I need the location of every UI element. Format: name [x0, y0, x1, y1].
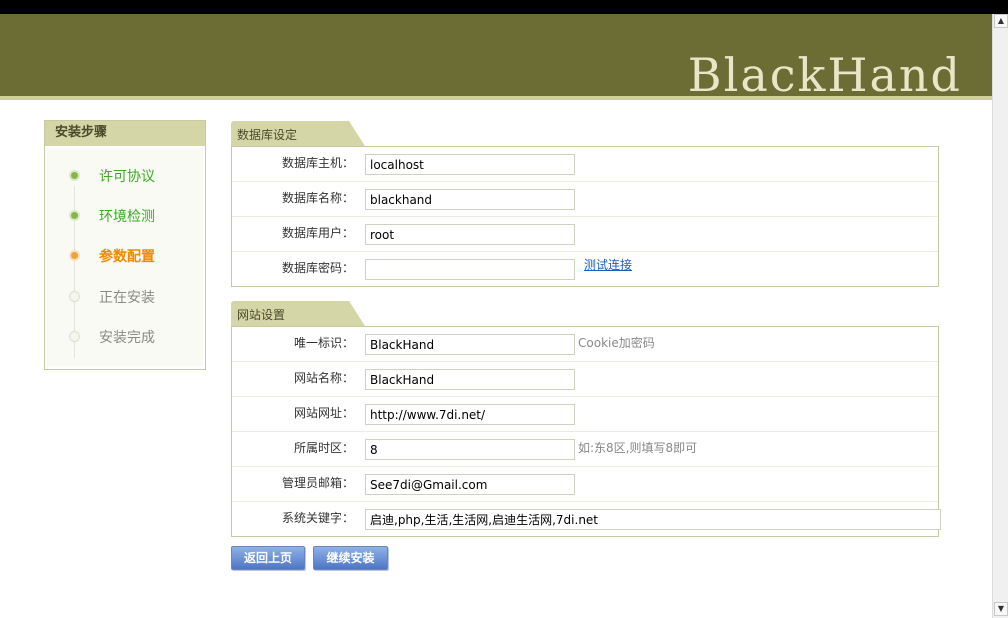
install-steps-sidebar: 安装步骤 许可协议 环境检测 参数配置 正在安装 安装完成 — [44, 120, 206, 370]
db-user-input[interactable] — [365, 224, 575, 245]
steps-list: 许可协议 环境检测 参数配置 正在安装 安装完成 — [47, 148, 203, 366]
admin-email-label: 管理员邮箱： — [281, 476, 354, 490]
form-row-db-name: 数据库名称： — [232, 182, 938, 217]
form-row-site-name: 网站名称： — [232, 362, 938, 397]
site-name-label: 网站名称： — [293, 371, 354, 385]
step-pending-dot-icon — [69, 291, 80, 302]
step-done-dot-icon — [69, 170, 80, 181]
form-row-db-password: 数据库密码： 测试连接 — [232, 252, 938, 286]
db-host-input[interactable] — [365, 154, 575, 175]
step-license: 许可协议 — [99, 169, 155, 185]
step-complete: 安装完成 — [99, 330, 155, 346]
database-settings-form: 数据库主机： 数据库名称： 数据库用户： 数据库密码： 测试连接 — [231, 146, 939, 287]
site-url-label: 网站网址： — [293, 406, 354, 420]
step-done-dot-icon — [69, 210, 80, 221]
keywords-input[interactable] — [365, 509, 941, 530]
keywords-label: 系统关键字： — [281, 511, 354, 525]
timezone-label: 所属时区： — [293, 441, 354, 455]
timezone-hint: 如:东8区,则填写8即可 — [578, 441, 698, 455]
db-name-label: 数据库名称： — [281, 191, 354, 205]
step-current-dot-icon — [69, 250, 80, 261]
site-settings-form: 唯一标识： Cookie加密码 网站名称： 网站网址： 所属时区： 如:东8区,… — [231, 326, 941, 537]
unique-id-hint: Cookie加密码 — [578, 336, 655, 350]
database-settings-panel: 数据库设定 数据库主机： 数据库名称： 数据库用户： 数据库密码： 测试连接 — [231, 121, 939, 287]
form-row-keywords: 系统关键字： — [232, 502, 941, 536]
window-top-bar — [0, 0, 1008, 14]
unique-id-label: 唯一标识： — [293, 336, 354, 350]
form-row-db-user: 数据库用户： — [232, 217, 938, 252]
site-name-input[interactable] — [365, 369, 575, 390]
scroll-down-icon[interactable]: ▼ — [994, 602, 1008, 616]
database-settings-title: 数据库设定 — [231, 121, 365, 146]
step-pending-dot-icon — [69, 331, 80, 342]
header-banner: BlackHand — [0, 14, 992, 100]
db-password-label: 数据库密码： — [281, 261, 354, 275]
sidebar-title: 安装步骤 — [45, 121, 205, 146]
unique-id-input[interactable] — [365, 334, 575, 355]
db-host-label: 数据库主机： — [281, 156, 354, 170]
form-row-unique-id: 唯一标识： Cookie加密码 — [232, 327, 938, 362]
step-config: 参数配置 — [99, 249, 155, 265]
step-installing: 正在安装 — [99, 290, 155, 306]
site-settings-title: 网站设置 — [231, 301, 365, 326]
site-url-input[interactable] — [365, 404, 575, 425]
db-password-input[interactable] — [365, 259, 575, 280]
back-button[interactable]: 返回上页 — [231, 546, 305, 570]
test-connection-link[interactable]: 测试连接 — [584, 252, 632, 278]
vertical-scrollbar[interactable]: ▲ ▼ — [992, 14, 1008, 618]
scroll-up-icon[interactable]: ▲ — [994, 14, 1008, 28]
db-name-input[interactable] — [365, 189, 575, 210]
continue-install-button[interactable]: 继续安装 — [313, 546, 388, 570]
logo: BlackHand — [687, 48, 962, 100]
site-settings-panel: 网站设置 唯一标识： Cookie加密码 网站名称： 网站网址： 所属时区： 如… — [231, 301, 941, 537]
form-row-admin-email: 管理员邮箱： — [232, 467, 938, 502]
db-user-label: 数据库用户： — [281, 226, 354, 240]
form-row-site-url: 网站网址： — [232, 397, 938, 432]
timezone-input[interactable] — [365, 439, 575, 460]
admin-email-input[interactable] — [365, 474, 575, 495]
step-env-check: 环境检测 — [99, 209, 155, 225]
form-row-timezone: 所属时区： 如:东8区,则填写8即可 — [232, 432, 938, 467]
form-row-db-host: 数据库主机： — [232, 147, 938, 182]
